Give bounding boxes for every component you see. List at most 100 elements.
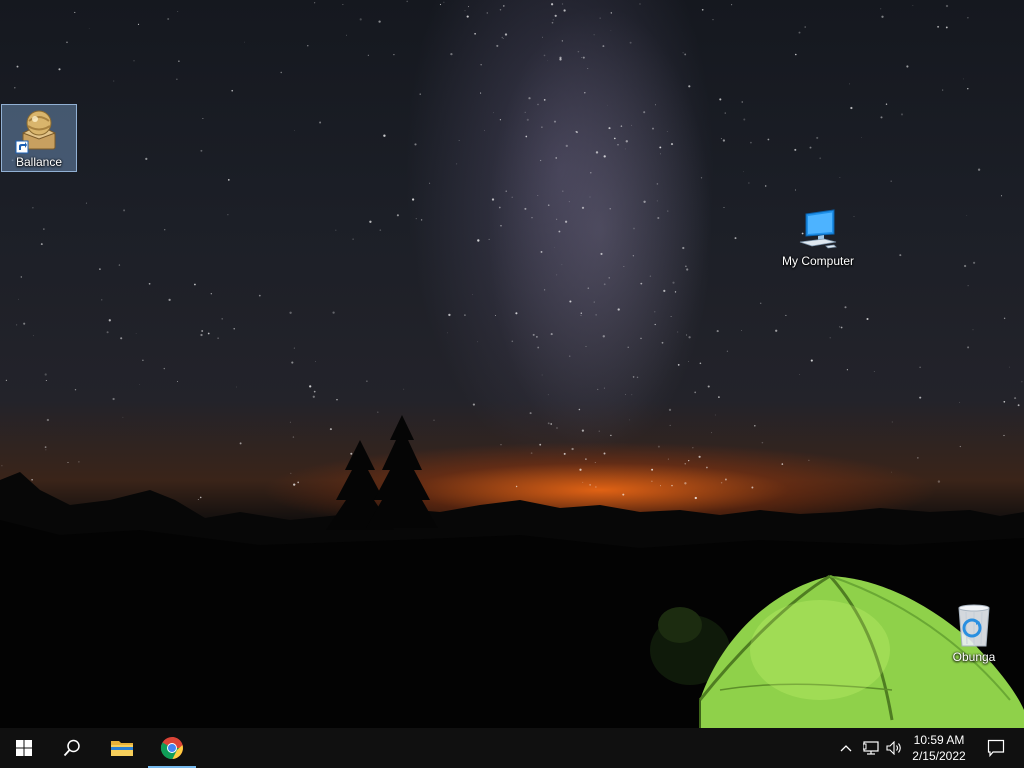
star — [123, 209, 126, 212]
desktop-icon-obunga[interactable]: Obunga — [936, 600, 1012, 668]
star — [433, 419, 435, 421]
taskbar-clock[interactable]: 10:59 AM 2/15/2022 — [904, 730, 974, 766]
star — [258, 294, 261, 297]
star — [627, 346, 629, 348]
star — [945, 4, 949, 8]
star — [377, 411, 379, 413]
star — [840, 326, 843, 329]
star — [480, 92, 482, 94]
star — [464, 10, 466, 12]
star — [122, 416, 124, 418]
star — [885, 103, 888, 105]
star — [289, 421, 291, 423]
star — [456, 163, 458, 165]
star — [18, 298, 20, 300]
star — [688, 336, 691, 339]
windows-start-icon — [16, 740, 32, 756]
star — [785, 314, 787, 316]
star — [312, 395, 315, 398]
star — [919, 396, 922, 399]
star — [555, 157, 557, 159]
star — [977, 168, 981, 171]
star — [677, 331, 679, 333]
network-button[interactable] — [859, 728, 883, 768]
star — [603, 452, 606, 455]
action-center-button[interactable] — [976, 728, 1016, 768]
star — [636, 376, 639, 379]
star — [670, 143, 674, 146]
star — [912, 5, 914, 6]
star — [686, 334, 688, 336]
desktop-icon-my-computer[interactable]: My Computer — [780, 204, 856, 272]
star — [594, 462, 596, 463]
star — [556, 427, 558, 429]
star — [684, 463, 686, 465]
star — [500, 225, 502, 227]
star — [741, 101, 743, 103]
star — [966, 214, 968, 216]
star — [379, 229, 382, 231]
star — [366, 380, 368, 382]
star — [289, 311, 292, 314]
star — [667, 458, 669, 460]
desktop[interactable]: Ballance My Computer Obunga — [0, 0, 1024, 728]
star — [655, 104, 656, 106]
star — [959, 445, 961, 448]
star — [578, 408, 581, 411]
star — [963, 264, 967, 268]
star — [668, 408, 672, 412]
star — [486, 12, 489, 14]
star — [610, 12, 612, 14]
star — [610, 29, 612, 31]
star — [890, 180, 892, 182]
star — [113, 80, 115, 82]
star — [660, 153, 661, 155]
star — [552, 19, 554, 21]
star — [640, 337, 642, 340]
recycle-bin-icon — [958, 604, 990, 647]
star — [292, 436, 295, 438]
star — [505, 190, 507, 192]
show-hidden-icons-button[interactable] — [834, 728, 858, 768]
volume-icon — [886, 741, 901, 755]
star — [603, 387, 605, 389]
star — [563, 452, 566, 455]
star — [484, 130, 485, 132]
star — [639, 3, 641, 5]
star — [699, 362, 702, 365]
star — [118, 264, 121, 266]
star — [660, 485, 661, 487]
desktop-icon-ballance[interactable]: Ballance — [1, 104, 77, 172]
star — [720, 481, 723, 484]
star — [559, 56, 562, 59]
star — [670, 316, 672, 317]
star — [20, 276, 22, 278]
star — [176, 380, 179, 383]
star — [415, 218, 417, 220]
star — [477, 239, 480, 242]
star — [795, 189, 796, 191]
star — [891, 471, 893, 473]
star — [657, 216, 660, 220]
taskbar-chrome[interactable] — [148, 728, 196, 768]
ballance-app-icon — [15, 110, 57, 154]
star — [235, 386, 237, 388]
star — [613, 137, 616, 140]
star — [682, 246, 685, 250]
star — [906, 65, 909, 68]
star — [539, 159, 542, 162]
network-icon — [863, 741, 879, 755]
star — [163, 367, 165, 370]
star — [537, 194, 539, 196]
search-button[interactable] — [48, 728, 96, 768]
star — [551, 21, 554, 24]
star — [559, 58, 562, 61]
star — [576, 131, 578, 134]
star — [629, 41, 632, 44]
star — [67, 461, 69, 464]
star — [625, 140, 628, 143]
star — [881, 15, 884, 18]
taskbar-file-explorer[interactable] — [98, 728, 146, 768]
start-button[interactable] — [0, 728, 48, 768]
star — [293, 347, 295, 349]
